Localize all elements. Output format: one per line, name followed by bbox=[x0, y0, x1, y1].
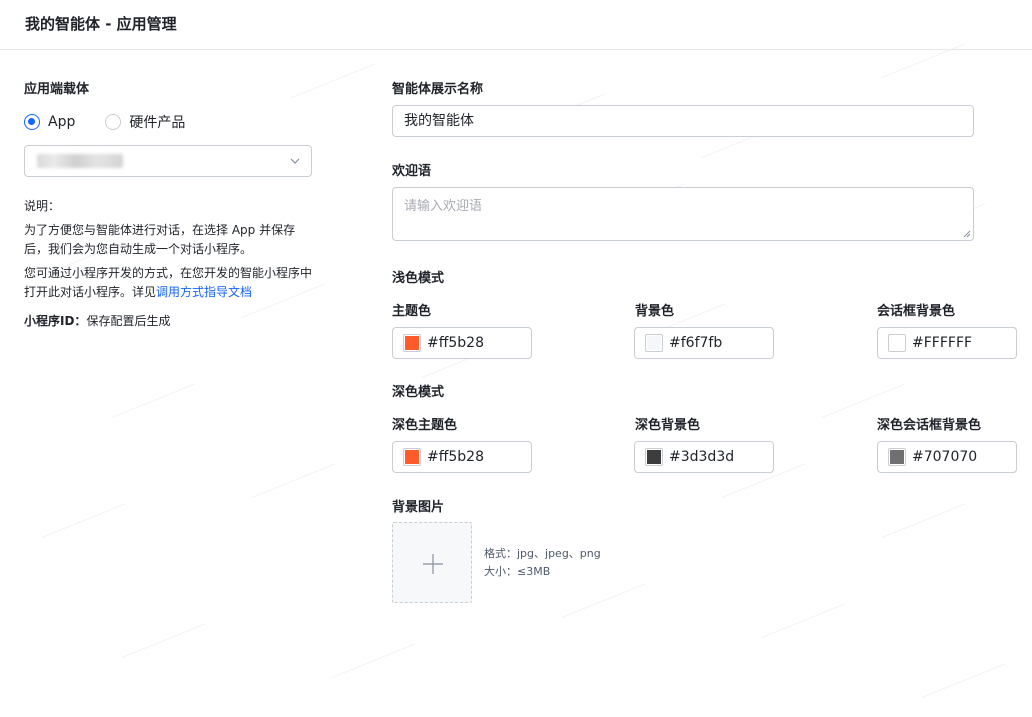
watermark-mark bbox=[41, 503, 129, 548]
color-value: #FFFFFF bbox=[912, 335, 973, 351]
radio-hardware[interactable]: 硬件产品 bbox=[105, 112, 185, 132]
dark-dialog-bg-color-input[interactable]: #707070 bbox=[877, 441, 1017, 473]
light-dialog-bg-color-label: 会话框背景色 bbox=[877, 304, 956, 319]
guide-doc-link[interactable]: 调用方式指导文档 bbox=[156, 285, 252, 299]
mini-id-label: 小程序ID： bbox=[24, 314, 87, 328]
blurred-selected-value bbox=[37, 154, 123, 168]
color-value: #f6f7fb bbox=[669, 335, 723, 351]
color-value: #707070 bbox=[912, 449, 978, 465]
color-value: #ff5b28 bbox=[427, 335, 484, 351]
light-mode-title: 浅色模式 bbox=[392, 271, 445, 286]
radio-circle-app[interactable] bbox=[24, 114, 40, 130]
color-swatch[interactable] bbox=[403, 334, 421, 352]
welcome-placeholder: 请输入欢迎语 bbox=[404, 199, 483, 214]
dark-mode-title: 深色模式 bbox=[392, 385, 445, 400]
light-theme-color-label: 主题色 bbox=[392, 304, 432, 319]
color-swatch[interactable] bbox=[645, 334, 663, 352]
bg-image-label: 背景图片 bbox=[392, 500, 445, 515]
bg-image-size-hint: 大小：≤3MB bbox=[484, 565, 551, 578]
mini-id-value: 保存配置后生成 bbox=[86, 314, 171, 328]
watermark-mark bbox=[921, 663, 1009, 708]
description-title: 说明： bbox=[24, 199, 61, 213]
radio-circle-hardware[interactable] bbox=[105, 114, 122, 130]
watermark-mark bbox=[331, 643, 419, 688]
dark-bg-color-input[interactable]: #3d3d3d bbox=[634, 441, 774, 473]
color-swatch[interactable] bbox=[888, 334, 906, 352]
display-name-input[interactable]: 我的智能体 bbox=[392, 105, 974, 137]
carrier-radio-group: App 硬件产品 bbox=[24, 112, 215, 132]
swatch-fill bbox=[890, 450, 904, 464]
watermark-mark bbox=[121, 623, 209, 668]
bg-image-format-hint: 格式：jpg、jpeg、png bbox=[484, 547, 601, 560]
watermark-mark bbox=[241, 283, 329, 328]
light-theme-color-input[interactable]: #ff5b28 bbox=[392, 327, 532, 359]
mini-program-id: 小程序ID：保存配置后生成 bbox=[24, 312, 170, 331]
watermark-mark bbox=[111, 383, 199, 428]
color-swatch[interactable] bbox=[888, 448, 906, 466]
radio-label-app: App bbox=[48, 114, 76, 130]
radio-label-hardware: 硬件产品 bbox=[129, 115, 186, 131]
bg-image-upload[interactable] bbox=[392, 522, 472, 603]
description-line-4: 打开此对话小程序。详见调用方式指导文档 bbox=[24, 283, 252, 302]
description-line-1: 为了方便您与智能体进行对话，在选择 App 并保存 bbox=[24, 223, 296, 237]
chevron-down-icon bbox=[290, 158, 300, 164]
color-swatch[interactable] bbox=[645, 448, 663, 466]
light-bg-color-label: 背景色 bbox=[635, 304, 675, 319]
watermark-mark bbox=[881, 503, 969, 548]
watermark-mark bbox=[291, 63, 379, 108]
display-name-label: 智能体展示名称 bbox=[392, 82, 484, 97]
welcome-label: 欢迎语 bbox=[392, 164, 432, 179]
description-line-2: 后，我们会为您自动生成一个对话小程序。 bbox=[24, 242, 253, 256]
light-dialog-bg-color-input[interactable]: #FFFFFF bbox=[877, 327, 1017, 359]
welcome-textarea[interactable]: 请输入欢迎语 bbox=[392, 187, 974, 241]
app-select[interactable] bbox=[24, 145, 312, 177]
plus-icon bbox=[423, 554, 443, 574]
page-title: 我的智能体 - 应用管理 bbox=[25, 15, 177, 33]
light-bg-color-input[interactable]: #f6f7fb bbox=[634, 327, 774, 359]
watermark-mark bbox=[251, 463, 339, 508]
dark-dialog-bg-color-label: 深色会话框背景色 bbox=[877, 418, 982, 433]
color-value: #ff5b28 bbox=[427, 449, 484, 465]
page-header: 我的智能体 - 应用管理 bbox=[0, 0, 1032, 50]
dark-theme-color-input[interactable]: #ff5b28 bbox=[392, 441, 532, 473]
description-line-3: 您可通过小程序开发的方式，在您开发的智能小程序中 bbox=[24, 266, 313, 280]
description-line-4-text: 打开此对话小程序。详见 bbox=[24, 285, 157, 299]
dark-theme-color-label: 深色主题色 bbox=[392, 418, 458, 433]
carrier-label: 应用端载体 bbox=[24, 82, 90, 97]
resize-grip-icon[interactable] bbox=[963, 230, 971, 238]
radio-app[interactable]: App bbox=[24, 114, 75, 130]
swatch-fill bbox=[890, 336, 904, 350]
swatch-fill bbox=[647, 336, 661, 350]
watermark-mark bbox=[561, 583, 649, 628]
swatch-fill bbox=[405, 336, 419, 350]
watermark-mark bbox=[761, 603, 849, 648]
dark-bg-color-label: 深色背景色 bbox=[635, 418, 701, 433]
swatch-fill bbox=[405, 450, 419, 464]
watermark-mark bbox=[881, 43, 969, 88]
swatch-fill bbox=[647, 450, 661, 464]
color-value: #3d3d3d bbox=[669, 449, 735, 465]
color-swatch[interactable] bbox=[403, 448, 421, 466]
